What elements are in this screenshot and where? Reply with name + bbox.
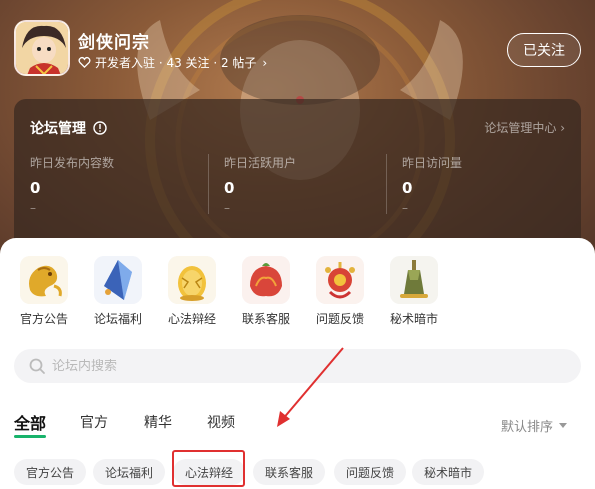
- game-title: 剑侠问宗: [78, 33, 150, 53]
- stat-value: 0: [224, 179, 235, 197]
- golden-dragon-icon: [20, 256, 68, 304]
- game-meta-text: 开发者入驻 · 43 关注 · 2 帖子: [95, 56, 257, 70]
- category-forum-benefits[interactable]: 论坛福利: [88, 256, 148, 327]
- admin-center-link[interactable]: 论坛管理中心 ›: [484, 119, 565, 136]
- stat-yesterday-active-users: 昨日活跃用户 0 –: [224, 154, 404, 215]
- stat-value: 0: [402, 179, 413, 197]
- stat-divider: [208, 154, 209, 214]
- red-fruit-icon: [242, 256, 290, 304]
- game-icon[interactable]: [14, 20, 70, 76]
- category-label: 秘术暗市: [389, 312, 438, 326]
- category-grid: 官方公告 论坛福利 心法辩经 联系客服 问题反馈 秘术暗市: [14, 256, 454, 326]
- category-label: 心法辩经: [167, 312, 216, 326]
- golden-egg-icon: [168, 256, 216, 304]
- stat-label: 昨日活跃用户: [224, 156, 297, 170]
- dropdown-triangle-icon: [559, 423, 567, 428]
- category-label: 官方公告: [19, 312, 68, 326]
- category-contact-support[interactable]: 联系客服: [236, 256, 296, 327]
- search-input[interactable]: [52, 358, 452, 374]
- stat-divider: [386, 154, 387, 214]
- admin-title: 论坛管理: [30, 118, 107, 138]
- category-label: 论坛福利: [93, 312, 142, 326]
- stat-value: 0: [30, 179, 41, 197]
- category-official-announcement[interactable]: 官方公告: [14, 256, 74, 327]
- sort-dropdown[interactable]: 默认排序: [501, 416, 567, 435]
- category-mind-debate[interactable]: 心法辩经: [162, 256, 222, 327]
- category-secret-market[interactable]: 秘术暗市: [384, 256, 444, 327]
- bronze-bell-icon: [390, 256, 438, 304]
- game-meta[interactable]: 开发者入驻 · 43 关注 · 2 帖子 ›: [78, 54, 267, 71]
- info-icon[interactable]: [93, 121, 107, 135]
- developer-badge-icon: [78, 56, 91, 69]
- chip-issue-feedback[interactable]: 问题反馈: [334, 459, 407, 485]
- category-issue-feedback[interactable]: 问题反馈: [310, 256, 370, 327]
- category-label: 问题反馈: [315, 312, 364, 326]
- tab-video[interactable]: 视频: [207, 412, 235, 432]
- stat-yesterday-posts: 昨日发布内容数 0 –: [30, 154, 210, 215]
- blue-crystal-icon: [94, 256, 142, 304]
- stat-delta: –: [224, 201, 230, 215]
- sort-label: 默认排序: [500, 420, 553, 435]
- stat-delta: –: [402, 201, 408, 215]
- category-label: 联系客服: [241, 312, 290, 326]
- stat-label: 昨日发布内容数: [30, 156, 115, 170]
- forum-admin-panel: 论坛管理 论坛管理中心 › 昨日发布内容数 0 – 昨日活跃用户 0 – 昨日访…: [14, 99, 581, 255]
- stat-yesterday-visits: 昨日访问量 0 –: [402, 154, 582, 215]
- stat-delta: –: [30, 201, 36, 215]
- red-bell-icon: [316, 256, 364, 304]
- search-icon: [29, 358, 45, 374]
- chip-secret-market[interactable]: 秘术暗市: [412, 459, 485, 485]
- stat-label: 昨日访问量: [402, 156, 463, 170]
- forum-search-bar[interactable]: [14, 349, 581, 383]
- chip-official-announcement[interactable]: 官方公告: [14, 459, 87, 485]
- tab-official[interactable]: 官方: [80, 412, 108, 432]
- chevron-right-icon: ›: [262, 55, 268, 70]
- tab-featured[interactable]: 精华: [144, 412, 172, 432]
- chip-contact-support[interactable]: 联系客服: [253, 459, 326, 485]
- highlight-box: [172, 450, 245, 487]
- followed-button[interactable]: 已关注: [507, 33, 581, 67]
- chip-forum-benefits[interactable]: 论坛福利: [93, 459, 166, 485]
- tab-all[interactable]: 全部: [14, 410, 47, 438]
- admin-title-text: 论坛管理: [30, 121, 86, 137]
